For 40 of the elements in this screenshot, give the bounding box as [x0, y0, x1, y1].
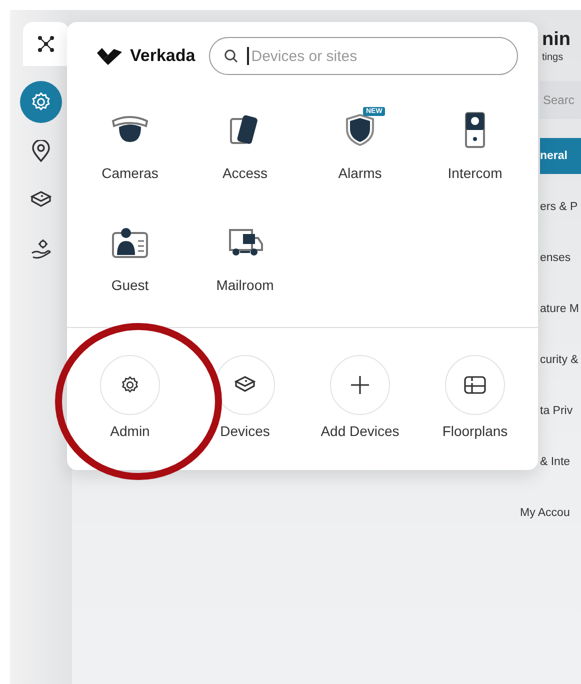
logo-icon [97, 48, 122, 64]
device-box-icon [234, 375, 256, 395]
search-field[interactable]: Devices or sites [209, 37, 518, 75]
settings-nav-item[interactable]: ature M [540, 284, 581, 335]
settings-nav-item[interactable]: curity & [540, 335, 581, 386]
shortcut-button[interactable]: Admin [72, 355, 188, 439]
floorplan-icon [464, 376, 486, 394]
settings-nav-item[interactable]: & Inte [540, 437, 581, 488]
shortcut-button[interactable]: Floorplans [418, 355, 532, 439]
text-cursor [247, 47, 249, 65]
settings-nav-item[interactable]: ers & P [540, 182, 581, 233]
app-tile[interactable]: Intercom [418, 105, 532, 181]
app-tile[interactable]: Cameras [72, 105, 188, 181]
dome-camera-icon [111, 115, 149, 145]
settings-nav-item[interactable]: neral [540, 138, 581, 174]
shield-icon [345, 113, 375, 147]
location-pin-icon [31, 140, 51, 162]
app-tile[interactable]: Mailroom [188, 217, 302, 293]
id-badge-icon [111, 225, 149, 259]
page-subtitle: tings [542, 52, 564, 63]
launcher-button[interactable] [23, 22, 69, 66]
shortcut-button[interactable]: Devices [188, 355, 302, 439]
hand-gear-icon [30, 238, 52, 260]
shortcut-button[interactable]: Add Devices [302, 355, 418, 439]
settings-icon [30, 91, 52, 113]
page-title: nin [542, 28, 572, 52]
device-box-icon [30, 190, 52, 210]
settings-nav-item[interactable]: ta Priv [540, 386, 581, 437]
search-icon [224, 49, 238, 63]
settings-nav-item[interactable]: enses [540, 233, 581, 284]
settings-nav-item[interactable]: My Accou [520, 488, 581, 539]
brand-name: Verkada [130, 46, 196, 66]
plus-icon [350, 375, 370, 395]
delivery-truck-icon [226, 226, 264, 258]
app-tile[interactable]: Guest [72, 217, 188, 293]
settings-button[interactable] [20, 81, 62, 123]
intercom-icon [464, 111, 486, 149]
settings-icon [120, 375, 140, 395]
launcher-icon [36, 34, 56, 54]
app-tile[interactable]: Access [188, 105, 302, 181]
